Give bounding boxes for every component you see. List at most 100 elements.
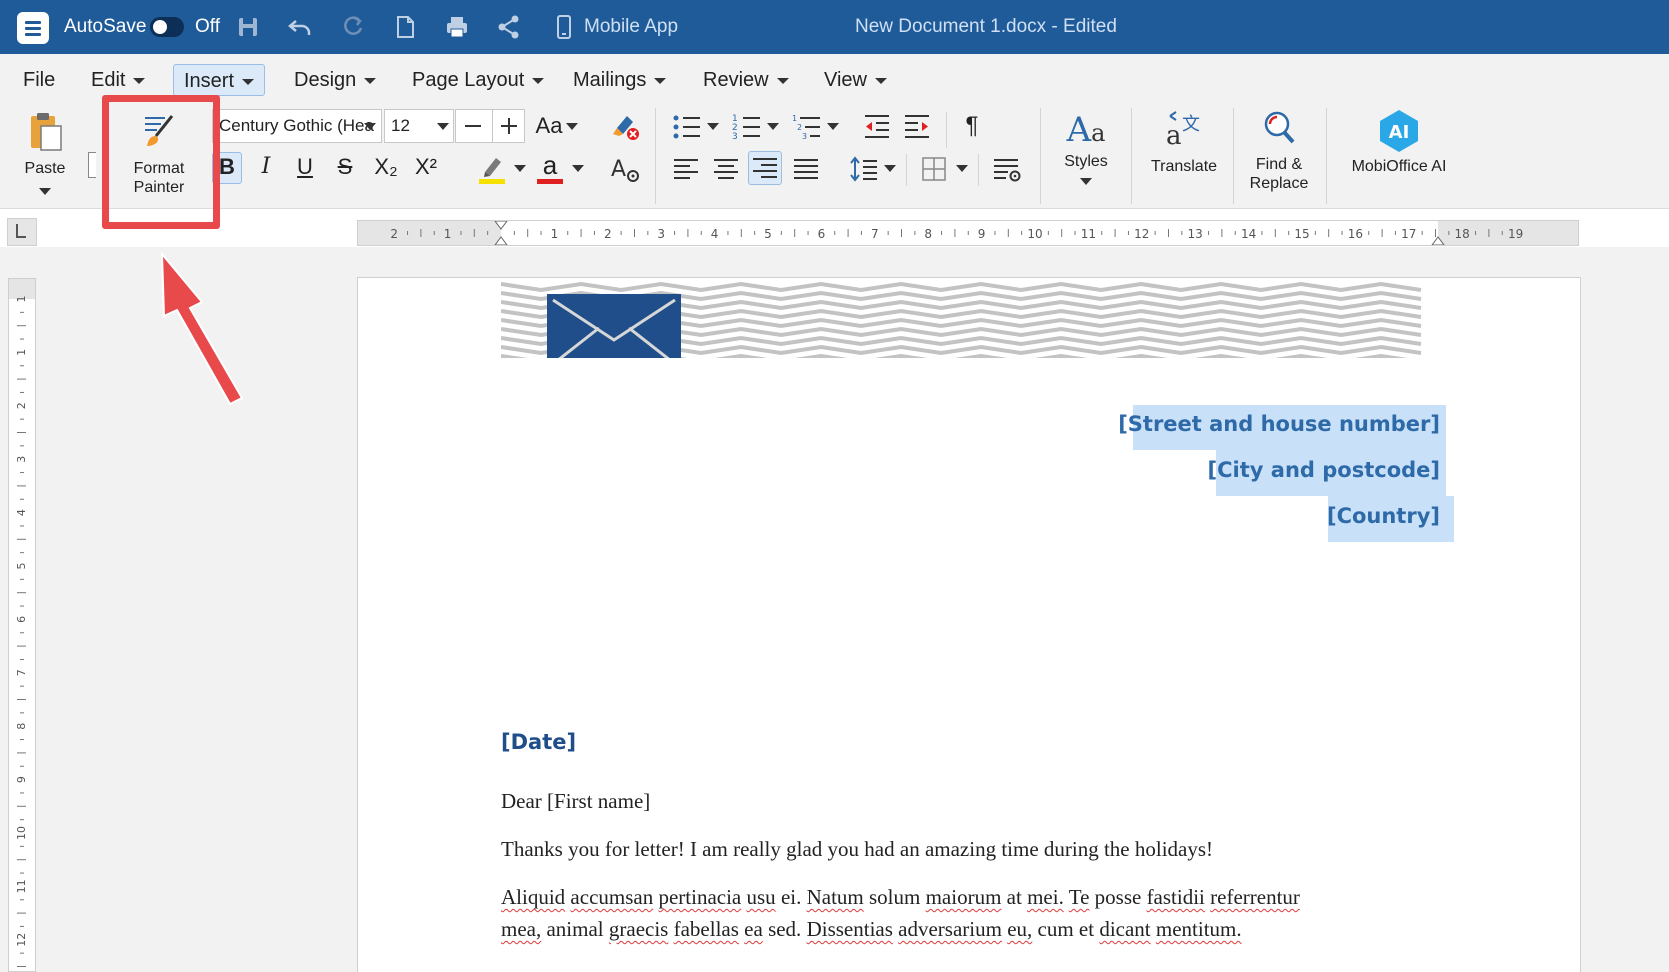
new-document-icon[interactable] xyxy=(391,13,419,41)
menu-edit[interactable]: Edit xyxy=(81,64,155,96)
text-effects-icon[interactable]: A xyxy=(610,154,642,184)
word[interactable]: at xyxy=(1007,885,1022,909)
word[interactable]: usu xyxy=(747,885,776,909)
word[interactable]: sed. xyxy=(768,917,801,941)
word[interactable]: Natum xyxy=(807,885,864,909)
body-line[interactable]: Thanks you for letter! I am really glad … xyxy=(501,837,1213,862)
align-center-icon[interactable] xyxy=(712,155,740,183)
show-formatting-marks-button[interactable]: ¶ xyxy=(958,112,986,140)
undo-icon[interactable] xyxy=(286,13,314,41)
numbering-icon[interactable]: 123 xyxy=(732,112,762,142)
superscript-button[interactable]: X² xyxy=(410,153,442,181)
underline-button[interactable]: U xyxy=(291,153,319,181)
font-color-dropdown[interactable] xyxy=(572,165,584,172)
bullets-dropdown[interactable] xyxy=(707,123,719,130)
vertical-ruler[interactable]: 1 1 2 3 4 5 6 7 8 9 10 11 12 xyxy=(8,278,36,972)
address-city[interactable]: [City and postcode] xyxy=(1208,458,1440,482)
menu-mailings[interactable]: Mailings xyxy=(563,64,676,96)
decrease-indent-icon[interactable] xyxy=(862,112,892,142)
word[interactable]: fabellas xyxy=(674,917,739,941)
align-right-icon[interactable] xyxy=(748,151,782,185)
font-name-field[interactable]: Century Gothic (Hea xyxy=(212,109,382,143)
redo-icon[interactable] xyxy=(339,13,367,41)
word[interactable]: accumsan xyxy=(570,885,653,909)
body-paragraph-line[interactable]: mea, animal graecis fabellas ea sed. Dis… xyxy=(501,917,1242,942)
translate-button[interactable]: a文 Translate xyxy=(1140,108,1228,176)
print-icon[interactable] xyxy=(443,13,471,41)
font-name-dropdown[interactable] xyxy=(364,123,376,130)
word[interactable]: cum xyxy=(1038,917,1074,941)
copy-icon[interactable] xyxy=(88,152,96,178)
font-color-icon[interactable]: a xyxy=(536,150,568,184)
menu-design[interactable]: Design xyxy=(284,64,386,96)
word[interactable]: graecis xyxy=(609,917,668,941)
word[interactable]: adversarium xyxy=(898,917,1002,941)
menu-insert[interactable]: Insert xyxy=(173,64,266,96)
word[interactable]: mentitum. xyxy=(1156,917,1242,941)
word[interactable]: Aliquid xyxy=(501,885,565,909)
multilevel-list-dropdown[interactable] xyxy=(827,123,839,130)
font-size-dropdown[interactable] xyxy=(437,123,449,130)
word[interactable]: eu, xyxy=(1007,917,1032,941)
minus-icon[interactable] xyxy=(465,125,481,127)
word[interactable]: solum xyxy=(869,885,920,909)
mobioffice-ai-button[interactable]: AI MobiOffice AI xyxy=(1336,108,1462,176)
strikethrough-button[interactable]: S xyxy=(331,153,359,181)
word[interactable]: ei. xyxy=(781,885,801,909)
word[interactable]: Dissentias xyxy=(807,917,893,941)
line-spacing-dropdown[interactable] xyxy=(884,165,896,172)
body-paragraph-line[interactable]: Aliquid accumsan pertinacia usu ei. Natu… xyxy=(501,885,1300,910)
highlight-icon[interactable] xyxy=(476,154,506,184)
menu-file[interactable]: File xyxy=(13,64,65,96)
change-case-dropdown[interactable] xyxy=(566,123,578,130)
clear-formatting-icon[interactable] xyxy=(609,112,641,142)
menu-view[interactable]: View xyxy=(814,64,897,96)
word[interactable]: et xyxy=(1079,917,1094,941)
word[interactable]: referrentur xyxy=(1210,885,1300,909)
mobile-app-icon[interactable] xyxy=(550,13,578,41)
multilevel-list-icon[interactable]: 123 xyxy=(792,112,822,142)
address-country[interactable]: [Country] xyxy=(1327,504,1440,528)
bullets-icon[interactable] xyxy=(672,112,702,142)
italic-button[interactable]: I xyxy=(252,153,280,181)
borders-dropdown[interactable] xyxy=(956,165,968,172)
tab-stop-selector[interactable] xyxy=(7,218,37,246)
word[interactable]: dicant xyxy=(1099,917,1150,941)
autosave-toggle[interactable] xyxy=(150,17,184,37)
find-replace-button[interactable]: Find & Replace xyxy=(1238,108,1320,193)
borders-icon[interactable] xyxy=(920,155,948,183)
horizontal-ruler[interactable]: 2 1 1 2 3 4 5 6 7 8 9 10 11 12 13 14 15 16 17 18 19 xyxy=(357,220,1579,246)
share-icon[interactable] xyxy=(495,13,523,41)
align-left-icon[interactable] xyxy=(672,155,700,183)
word[interactable]: animal xyxy=(546,917,603,941)
paste-options-dropdown[interactable] xyxy=(39,188,51,195)
change-case-button[interactable]: Aa xyxy=(532,112,566,140)
word[interactable]: mei. xyxy=(1027,885,1064,909)
greeting-line[interactable]: Dear [First name] xyxy=(501,789,650,814)
justify-icon[interactable] xyxy=(792,155,820,183)
mobile-app-label[interactable]: Mobile App xyxy=(584,16,678,38)
word[interactable]: ea xyxy=(744,917,763,941)
menu-page-layout[interactable]: Page Layout xyxy=(402,64,554,96)
increase-indent-icon[interactable] xyxy=(902,112,932,142)
menu-review[interactable]: Review xyxy=(693,64,799,96)
word[interactable]: maiorum xyxy=(926,885,1002,909)
line-spacing-icon[interactable] xyxy=(850,155,878,183)
word[interactable]: Te xyxy=(1069,885,1090,909)
date-placeholder[interactable]: [Date] xyxy=(501,730,576,754)
word[interactable]: fastidii xyxy=(1147,885,1205,909)
font-size-stepper[interactable] xyxy=(455,109,525,143)
paste-button[interactable]: Paste xyxy=(16,110,74,178)
highlight-dropdown[interactable] xyxy=(514,165,526,172)
word[interactable]: mea, xyxy=(501,917,541,941)
numbering-dropdown[interactable] xyxy=(767,123,779,130)
paragraph-settings-icon[interactable] xyxy=(992,155,1022,183)
save-icon[interactable] xyxy=(234,13,262,41)
subscript-button[interactable]: X₂ xyxy=(370,153,402,181)
document-page[interactable]: [Street and house number] [City and post… xyxy=(357,277,1581,972)
app-menu-icon[interactable] xyxy=(17,12,49,44)
styles-button[interactable]: Aa Styles xyxy=(1050,108,1122,171)
styles-dropdown[interactable] xyxy=(1080,178,1092,185)
word[interactable]: posse xyxy=(1095,885,1142,909)
word[interactable]: pertinacia xyxy=(658,885,741,909)
